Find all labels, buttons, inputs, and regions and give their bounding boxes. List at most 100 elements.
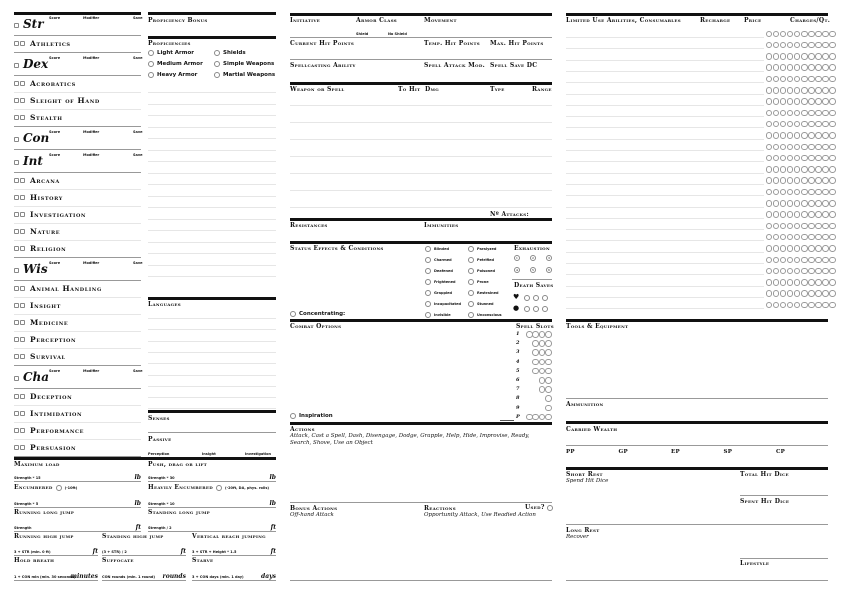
charge-checkbox[interactable] <box>779 279 787 286</box>
charge-checkbox[interactable] <box>815 120 822 128</box>
proficiency-checkbox[interactable] <box>14 320 19 325</box>
charge-checkbox[interactable] <box>772 98 780 105</box>
charge-checkbox[interactable] <box>765 222 773 230</box>
charge-checkbox[interactable] <box>829 301 836 309</box>
charge-checkbox[interactable] <box>829 30 836 37</box>
charge-checkbox[interactable] <box>772 109 780 117</box>
charge-checkbox[interactable] <box>765 301 773 309</box>
expertise-checkbox[interactable] <box>20 320 25 325</box>
charge-checkbox[interactable] <box>786 200 794 207</box>
death-save-success-checkbox[interactable] <box>533 295 539 301</box>
charge-checkbox[interactable] <box>801 154 808 162</box>
run-high-field[interactable]: 3 + STR (min. 0 ft) ft <box>14 548 98 556</box>
charge-checkbox[interactable] <box>793 53 801 60</box>
expertise-checkbox[interactable] <box>20 411 25 416</box>
charge-checkbox[interactable] <box>829 41 836 49</box>
charge-checkbox[interactable] <box>793 41 801 49</box>
charge-checkbox[interactable] <box>765 290 773 297</box>
suffocate-field[interactable]: CON rounds (min. 1 round) rounds <box>102 573 186 581</box>
charge-checkbox[interactable] <box>829 132 836 139</box>
charge-checkbox[interactable] <box>801 211 808 218</box>
condition-charmed[interactable]: Charmed <box>425 257 452 263</box>
expertise-checkbox[interactable] <box>20 394 25 399</box>
charge-checkbox[interactable] <box>793 222 801 230</box>
charge-checkbox[interactable] <box>765 132 773 139</box>
charge-checkbox[interactable] <box>765 41 773 49</box>
charge-checkbox[interactable] <box>786 188 794 196</box>
charge-checkbox[interactable] <box>815 143 822 150</box>
charge-checkbox[interactable] <box>765 256 773 263</box>
charge-checkbox[interactable] <box>822 109 829 117</box>
charge-checkbox[interactable] <box>772 290 780 297</box>
charge-checkbox[interactable] <box>829 166 836 173</box>
charge-checkbox[interactable] <box>822 222 829 230</box>
charge-checkbox[interactable] <box>815 109 822 117</box>
spell-slot-checkbox[interactable] <box>545 413 552 421</box>
charge-checkbox[interactable] <box>779 154 787 162</box>
charge-checkbox[interactable] <box>801 109 808 117</box>
expertise-checkbox[interactable] <box>20 178 25 183</box>
charge-checkbox[interactable] <box>815 233 822 241</box>
charge-checkbox[interactable] <box>765 53 773 60</box>
charge-checkbox[interactable] <box>822 256 829 263</box>
encumbered-checkbox[interactable]: Encumbered (-10ft) <box>14 484 77 491</box>
hold-field[interactable]: 1 + CON min (min. 30 seconds) minutes <box>14 573 98 581</box>
charge-checkbox[interactable] <box>772 177 780 184</box>
charge-checkbox[interactable] <box>822 279 829 286</box>
charge-checkbox[interactable] <box>779 245 787 252</box>
condition-invisible[interactable]: Invisible <box>425 312 451 318</box>
charge-checkbox[interactable] <box>786 233 794 241</box>
charge-checkbox[interactable] <box>786 256 794 263</box>
charge-checkbox[interactable] <box>779 109 787 117</box>
charge-checkbox[interactable] <box>765 75 773 83</box>
expertise-checkbox[interactable] <box>20 337 25 342</box>
charge-checkbox[interactable] <box>793 120 801 128</box>
charge-checkbox[interactable] <box>793 233 801 241</box>
inspiration-checkbox[interactable]: Inspiration <box>290 413 333 419</box>
charge-checkbox[interactable] <box>801 53 808 60</box>
proficiency-checkbox[interactable] <box>14 229 19 234</box>
charge-checkbox[interactable] <box>822 267 829 275</box>
charge-checkbox[interactable] <box>793 87 801 94</box>
charge-checkbox[interactable] <box>779 166 787 173</box>
charge-checkbox[interactable] <box>772 41 780 49</box>
charge-checkbox[interactable] <box>801 98 808 105</box>
charge-checkbox[interactable] <box>779 87 787 94</box>
charge-checkbox[interactable] <box>793 301 801 309</box>
charge-checkbox[interactable] <box>786 279 794 286</box>
skill-row[interactable]: Animal Handling <box>14 284 102 293</box>
charge-checkbox[interactable] <box>772 120 780 128</box>
charge-checkbox[interactable] <box>801 177 808 184</box>
proficiency-checkbox-heavy-armor[interactable]: Heavy Armor <box>148 72 197 78</box>
charge-checkbox[interactable] <box>822 120 829 128</box>
charge-checkbox[interactable] <box>772 233 780 241</box>
charge-checkbox[interactable] <box>815 245 822 252</box>
charge-checkbox[interactable] <box>772 143 780 150</box>
spell-slot-checkbox[interactable] <box>532 358 539 366</box>
charge-checkbox[interactable] <box>822 53 829 60</box>
charge-checkbox[interactable] <box>765 143 773 150</box>
charge-checkbox[interactable] <box>765 200 773 207</box>
charge-checkbox[interactable] <box>786 301 794 309</box>
charge-checkbox[interactable] <box>801 233 808 241</box>
charge-checkbox[interactable] <box>829 154 836 162</box>
charge-checkbox[interactable] <box>786 120 794 128</box>
charge-checkbox[interactable] <box>815 154 822 162</box>
condition-poisoned[interactable]: Poisoned <box>468 268 495 274</box>
charge-checkbox[interactable] <box>815 98 822 105</box>
charge-checkbox[interactable] <box>779 177 787 184</box>
expertise-checkbox[interactable] <box>20 115 25 120</box>
condition-paralyzed[interactable]: Paralyzed <box>468 246 496 252</box>
charge-checkbox[interactable] <box>786 75 794 83</box>
expertise-checkbox[interactable] <box>20 229 25 234</box>
charge-checkbox[interactable] <box>808 75 815 83</box>
skill-row[interactable]: Intimidation <box>14 409 82 418</box>
charge-checkbox[interactable] <box>829 98 836 105</box>
charge-checkbox[interactable] <box>765 154 773 162</box>
death-save-success-checkbox[interactable] <box>542 295 548 301</box>
death-save-failure-checkbox[interactable] <box>542 306 548 312</box>
death-save-success-checkbox[interactable] <box>524 295 530 301</box>
charge-checkbox[interactable] <box>772 53 780 60</box>
skill-row[interactable]: Persuasion <box>14 443 76 452</box>
vert-reach-field[interactable]: 3 + STR + Height * 1.5 ft <box>192 548 276 556</box>
